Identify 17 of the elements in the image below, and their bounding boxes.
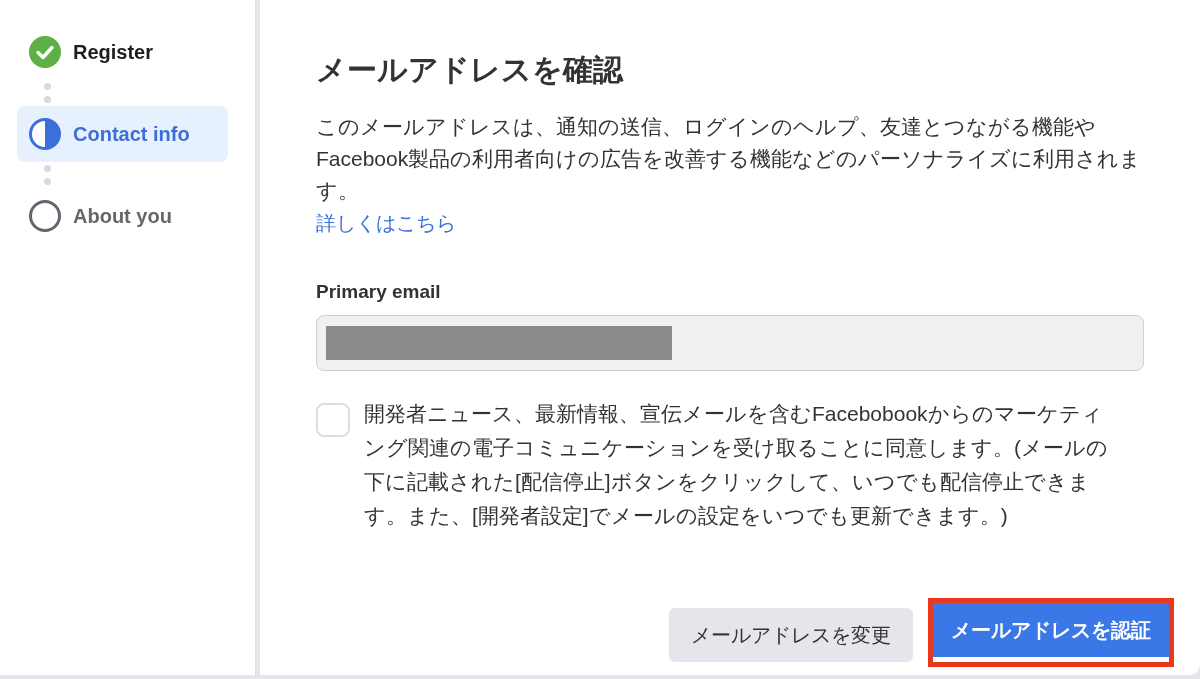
page-title: メールアドレスを確認 — [316, 52, 625, 88]
check-circle-icon — [29, 36, 61, 68]
email-field[interactable] — [316, 315, 1144, 371]
step-item[interactable]: Contact info — [17, 106, 228, 162]
verify-button[interactable]: メールアドレスを認証 — [933, 603, 1169, 657]
half-circle-icon — [29, 118, 61, 150]
change-button[interactable]: メールアドレスを変更 — [669, 608, 913, 662]
description: このメールアドレスは、通知の送信、ログインのヘルプ、友達とつながる機能やFacebook製品の利用者向けの広告を改善する機能などのパーソナライズに利用されます。 — [316, 114, 1143, 204]
learn-more-link[interactable]: 詳しくはこちら — [316, 207, 456, 239]
consent-text: 開発者ニュース、最新情報、宣伝メールを含むFacebobookからのマーケティング関連の電子コミュニケーションを受け取ることに同意します。(メールの下に記載された[配信停止]ボタンをクリックして、いつでも配信停止できます。また、[開発者設定]でメールの設定をいつでも更新できます。) — [364, 401, 1109, 529]
checkbox[interactable] — [316, 403, 350, 437]
step-connector — [44, 83, 51, 103]
field-label: Primary email — [316, 281, 442, 303]
step-connector — [44, 165, 51, 185]
empty-circle-icon — [29, 200, 61, 232]
step-item[interactable]: About you — [17, 188, 228, 244]
step-item[interactable]: Register — [17, 24, 228, 80]
